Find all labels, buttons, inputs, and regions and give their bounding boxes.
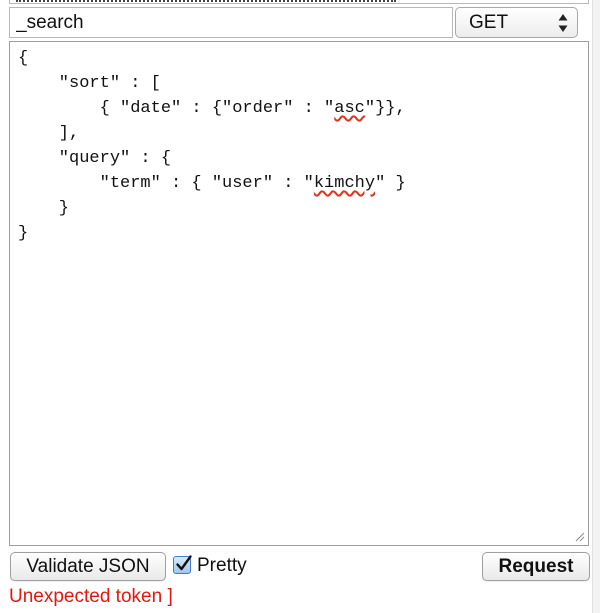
request-body-editor[interactable]: { "sort" : [ { "date" : {"order" : "asc"…: [9, 41, 589, 546]
pretty-checkbox[interactable]: [173, 555, 192, 574]
url-input[interactable]: [9, 0, 589, 4]
method-select[interactable]: GET: [455, 7, 578, 38]
code-line: { "date" : {"order" : "asc"}},: [18, 99, 406, 118]
code-line: "sort" : [: [18, 74, 161, 93]
code-line: {: [18, 49, 29, 68]
pretty-label[interactable]: Pretty: [197, 554, 247, 578]
code-line: ],: [18, 124, 80, 143]
url-input-clipped-text: [16, 0, 396, 2]
misspelled-word: kimchy: [313, 174, 376, 193]
request-panel: GET { "sort" : [ { "date" : {"order" : "…: [0, 0, 600, 613]
misspelled-word: asc: [334, 99, 365, 118]
validation-error-message: Unexpected token ]: [9, 586, 173, 607]
resize-grip-icon[interactable]: [575, 532, 585, 542]
code-line: "term" : { "user" : "kimchy" }: [18, 174, 406, 193]
path-input[interactable]: [9, 7, 453, 38]
request-body-code: { "sort" : [ { "date" : {"order" : "asc"…: [10, 42, 588, 246]
scrollbar[interactable]: [592, 0, 600, 613]
code-line: }: [18, 199, 70, 218]
code-line: }: [18, 224, 29, 243]
method-select-value: GET: [469, 12, 509, 33]
request-button[interactable]: Request: [482, 552, 590, 581]
up-down-arrows-icon: [558, 14, 568, 32]
code-line: "query" : {: [18, 149, 172, 168]
validate-json-button[interactable]: Validate JSON: [10, 552, 166, 581]
checkmark-icon: [176, 555, 192, 571]
